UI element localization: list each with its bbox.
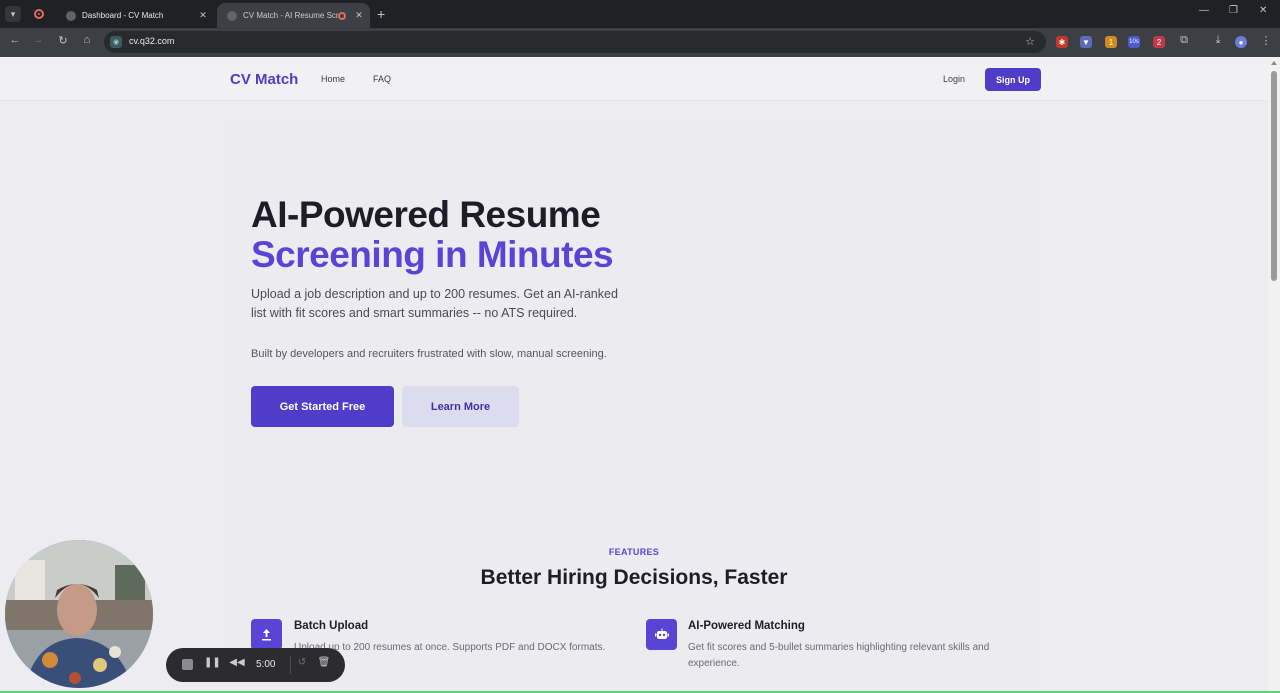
divider — [290, 656, 291, 674]
recorder-controls: ❚❚ ◀◀ 5:00 ↺ 🗑 — [166, 648, 345, 682]
robot-icon — [646, 619, 677, 650]
home-icon[interactable]: ⌂ — [79, 34, 95, 46]
signup-button[interactable]: Sign Up — [985, 68, 1041, 91]
minimize-icon[interactable]: — — [1199, 5, 1209, 16]
extension-5-icon[interactable]: 2 — [1153, 36, 1165, 48]
badge: 1 — [1108, 37, 1114, 47]
page-scrollbar[interactable] — [1268, 57, 1280, 693]
trash-icon[interactable]: 🗑 — [316, 657, 332, 668]
extension-3-icon[interactable]: 1 — [1105, 36, 1117, 48]
upload-glyph — [262, 629, 271, 641]
recording-icon — [338, 11, 346, 20]
feature-name-ai-matching: AI-Powered Matching — [688, 620, 805, 632]
hero-subtitle: Upload a job description and up to 200 r… — [251, 287, 618, 320]
window-close-icon[interactable]: ✕ — [1259, 5, 1267, 16]
login-link[interactable]: Login — [943, 74, 965, 84]
webcam-overlay — [5, 540, 153, 688]
tab-title: Dashboard - CV Match — [82, 11, 164, 20]
site-info-icon[interactable]: ◉ — [110, 36, 122, 48]
scroll-thumb[interactable] — [1271, 71, 1277, 281]
restart-icon[interactable]: ↺ — [294, 657, 310, 668]
upload-icon — [251, 619, 282, 650]
robot-glyph — [654, 628, 669, 639]
url-text[interactable]: cv.q32.com — [129, 36, 174, 46]
site-logo[interactable]: CV Match — [230, 71, 298, 88]
features-tag: FEATURES — [608, 547, 660, 557]
scroll-up-arrow-icon[interactable] — [1271, 61, 1277, 65]
back-icon[interactable]: ← — [7, 34, 23, 46]
feature-desc-batch-upload: Upload up to 200 resumes at once. Suppor… — [294, 642, 606, 653]
globe-icon — [227, 10, 237, 21]
nav-faq-link[interactable]: FAQ — [373, 74, 391, 84]
globe-icon — [66, 10, 76, 21]
browser-toolbar: ← → ↻ ⌂ ◉ cv.q32.com ☆ ✱ ▼ 1 10s 2 ⧉ ⤓ ●… — [0, 28, 1280, 57]
new-tab-button[interactable]: + — [377, 6, 385, 22]
tab-cv-match[interactable]: CV Match - AI Resume Scre ✕ — [217, 3, 370, 28]
download-icon[interactable]: ⤓ — [1210, 34, 1226, 47]
pause-icon[interactable]: ❚❚ — [204, 657, 221, 668]
hero-title-line2: Screening in Minutes — [251, 234, 614, 275]
hero-title-line1: AI-Powered Resume — [251, 194, 601, 235]
tab-search-icon[interactable]: ▾ — [5, 6, 21, 22]
badge: 2 — [1156, 37, 1162, 47]
webcam-image — [5, 540, 153, 688]
close-icon[interactable]: ✕ — [352, 10, 366, 21]
tab-dashboard[interactable]: Dashboard - CV Match ✕ — [56, 3, 214, 28]
learn-more-button[interactable]: Learn More — [402, 386, 519, 427]
site-header: CV Match Home FAQ Login Sign Up — [0, 57, 1268, 101]
nav-home-link[interactable]: Home — [321, 74, 345, 84]
profile-icon[interactable]: ● — [1235, 36, 1247, 48]
record-icon[interactable] — [34, 9, 44, 19]
page-viewport: CV Match Home FAQ Login Sign Up AI-Power… — [0, 57, 1268, 693]
extension-1-icon[interactable]: ✱ — [1056, 36, 1068, 48]
address-bar[interactable]: ◉ cv.q32.com ☆ — [104, 31, 1046, 53]
feature-name-batch-upload: Batch Upload — [294, 620, 369, 632]
features-title: Better Hiring Decisions, Faster — [480, 566, 788, 589]
extension-4-icon[interactable]: 10s — [1128, 36, 1140, 48]
rewind-icon[interactable]: ◀◀ — [229, 657, 245, 668]
hero-built-by: Built by developers and recruiters frust… — [251, 348, 607, 360]
recording-timer: 5:00 — [256, 659, 276, 670]
badge: 10s — [1129, 39, 1139, 45]
tab-title: CV Match - AI Resume Scre — [243, 11, 338, 20]
extensions-icon[interactable]: ⧉ — [1176, 34, 1192, 47]
get-started-button[interactable]: Get Started Free — [251, 386, 394, 427]
stop-recording-icon[interactable] — [182, 659, 193, 670]
restore-icon[interactable]: ❐ — [1229, 5, 1238, 16]
menu-icon[interactable]: ⋮ — [1258, 34, 1274, 47]
reload-icon[interactable]: ↻ — [55, 34, 71, 47]
star-icon[interactable]: ☆ — [1025, 35, 1035, 48]
browser-tab-strip: ▾ Dashboard - CV Match ✕ CV Match - AI R… — [0, 0, 1280, 28]
forward-icon[interactable]: → — [30, 34, 46, 46]
extension-2-icon[interactable]: ▼ — [1080, 36, 1092, 48]
close-icon[interactable]: ✕ — [196, 10, 210, 21]
feature-desc-ai-matching: Get fit scores and 5-bullet summaries hi… — [688, 642, 990, 669]
